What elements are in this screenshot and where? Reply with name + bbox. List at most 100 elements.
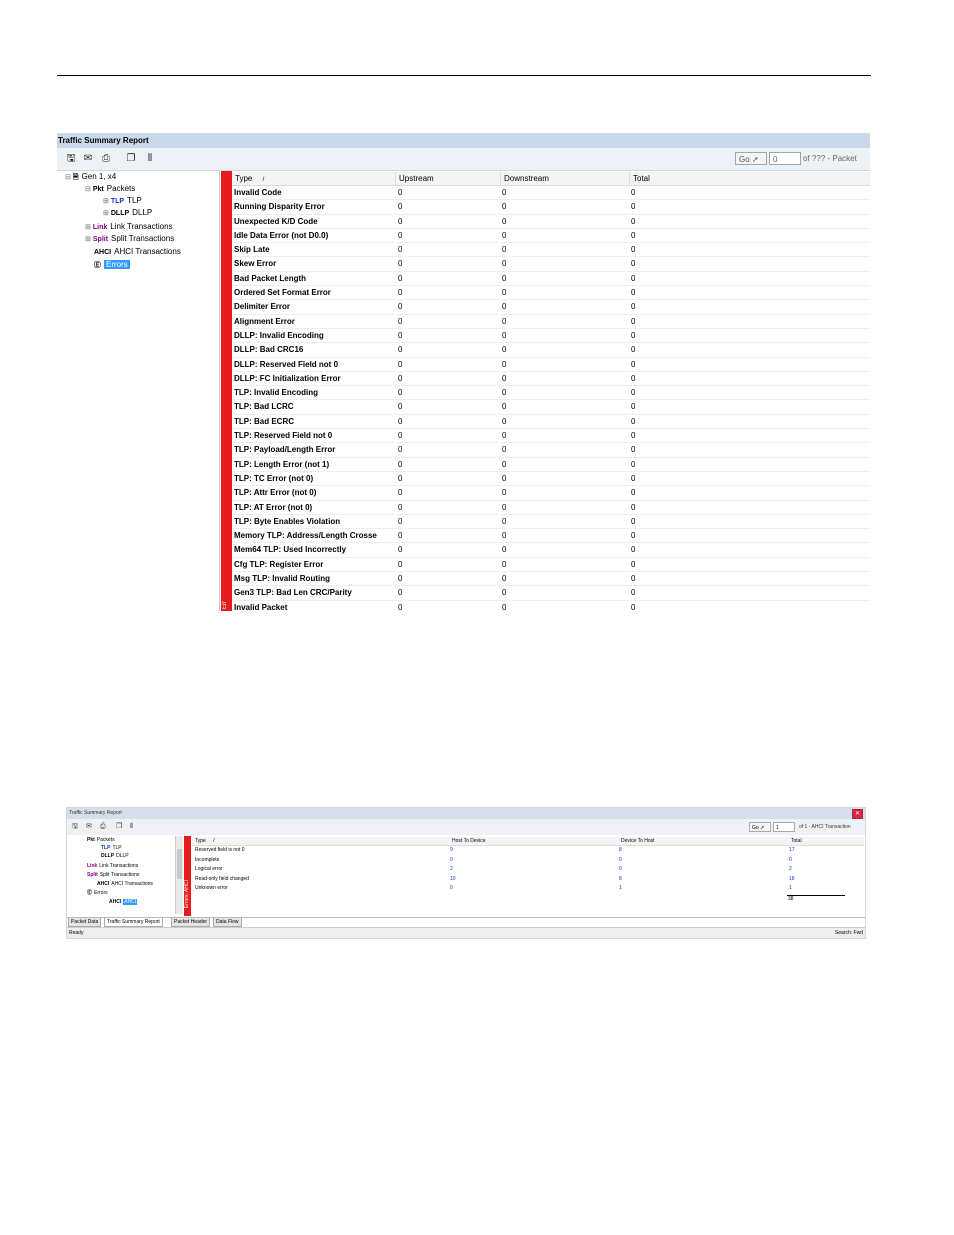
print-icon[interactable]: ⎙ bbox=[100, 823, 106, 831]
close-button[interactable]: ✕ bbox=[852, 809, 863, 819]
table-row[interactable]: TLP: Byte Enables Violation 0 0 0 bbox=[232, 515, 870, 530]
tree-node-ahci-errors[interactable]: AHCI AHCI bbox=[109, 899, 138, 906]
column-header-downstream[interactable]: Downstream bbox=[501, 172, 630, 185]
tree-node-link-transactions[interactable]: ⊞ Link Link Transactions bbox=[85, 222, 173, 233]
table-row[interactable]: Logical error 2 0 2 bbox=[192, 865, 864, 875]
cell-total: 0 bbox=[631, 302, 636, 312]
go-button[interactable]: Go ➚ bbox=[735, 152, 767, 165]
page-number-input[interactable]: 0 bbox=[769, 152, 801, 165]
tree-node-split-transactions[interactable]: Split Split Transactions bbox=[87, 872, 139, 879]
tree-node-errors[interactable]: Ⓔ Errors bbox=[87, 890, 108, 897]
table-row[interactable]: TLP: AT Error (not 0) 0 0 0 bbox=[232, 501, 870, 515]
cell-total[interactable]: 17 bbox=[789, 846, 795, 855]
table-row[interactable]: Skew Error 0 0 0 bbox=[232, 257, 870, 272]
page-number-input[interactable]: 1 bbox=[773, 822, 795, 832]
tree-node-packets[interactable]: Pkt Packets bbox=[87, 837, 115, 844]
table-row[interactable]: Read-only field changed 10 8 18 bbox=[192, 875, 864, 885]
cell-up: 0 bbox=[398, 459, 403, 469]
cell-total[interactable]: 0 bbox=[789, 856, 792, 865]
cell-d2h[interactable]: 8 bbox=[619, 875, 622, 884]
table-row[interactable]: DLLP: Reserved Field not 0 0 0 0 bbox=[232, 358, 870, 372]
table-row[interactable]: Alignment Error 0 0 0 bbox=[232, 315, 870, 329]
go-button[interactable]: Go ➚ bbox=[749, 822, 771, 832]
table-row[interactable]: Skip Late 0 0 0 bbox=[232, 243, 870, 258]
scrollbar-thumb[interactable] bbox=[177, 849, 182, 879]
cell-up: 0 bbox=[398, 502, 403, 512]
table-row[interactable]: Invalid Code 0 0 0 bbox=[232, 186, 870, 201]
columns-icon[interactable]: ⫴ bbox=[144, 153, 156, 164]
table-row[interactable]: Incomplete 0 0 0 bbox=[192, 856, 864, 866]
table-row[interactable]: Ordered Set Format Error 0 0 0 bbox=[232, 286, 870, 301]
save-icon[interactable]: 🖫 bbox=[65, 153, 77, 164]
cell-h2d[interactable]: 0 bbox=[450, 856, 453, 865]
cell-total: 0 bbox=[631, 288, 636, 298]
cell-d2h[interactable]: 8 bbox=[619, 846, 622, 855]
cell-h2d[interactable]: 9 bbox=[450, 846, 453, 855]
cell-d2h[interactable]: 1 bbox=[619, 884, 622, 893]
tab-packet-data[interactable]: Packet Data bbox=[68, 918, 102, 927]
table-row[interactable]: Invalid Packet 0 0 0 bbox=[232, 601, 870, 611]
save-icon[interactable]: 🖫 bbox=[72, 823, 78, 831]
column-header-total[interactable]: Total bbox=[791, 837, 802, 846]
table-row[interactable]: Idle Data Error (not D0.0) 0 0 0 bbox=[232, 229, 870, 244]
tree-node-ahci-transactions[interactable]: AHCI AHCI Transactions bbox=[97, 881, 153, 888]
tree-node-link-transactions[interactable]: Link Link Transactions bbox=[87, 863, 138, 870]
cell-total[interactable]: 2 bbox=[789, 865, 792, 874]
table-row[interactable]: DLLP: FC Initialization Error 0 0 0 bbox=[232, 372, 870, 387]
cell-d2h[interactable]: 0 bbox=[619, 856, 622, 865]
table-row[interactable]: TLP: Bad LCRC 0 0 0 bbox=[232, 400, 870, 415]
table-row[interactable]: Memory TLP: Address/Length Crosse 0 0 0 bbox=[232, 529, 870, 544]
cell-total[interactable]: 1 bbox=[789, 884, 792, 893]
table-row[interactable]: TLP: TC Error (not 0) 0 0 0 bbox=[232, 472, 870, 487]
tab-packet-header[interactable]: Packet Header bbox=[171, 918, 211, 927]
tree-scrollbar[interactable] bbox=[175, 836, 183, 914]
cell-down: 0 bbox=[502, 431, 507, 441]
column-header-total[interactable]: Total bbox=[630, 172, 870, 185]
cell-d2h[interactable]: 0 bbox=[619, 865, 622, 874]
table-row[interactable]: TLP: Payload/Length Error 0 0 0 bbox=[232, 443, 870, 458]
tab-data-flow[interactable]: Data Flow bbox=[213, 918, 242, 927]
table-row[interactable]: Gen3 TLP: Bad Len CRC/Parity 0 0 0 bbox=[232, 586, 870, 601]
table-row[interactable]: DLLP: Bad CRC16 0 0 0 bbox=[232, 343, 870, 358]
table-row[interactable]: Cfg TLP: Register Error 0 0 0 bbox=[232, 558, 870, 573]
tree-node-dllp[interactable]: DLLP DLLP bbox=[101, 853, 129, 860]
tree-node-ahci-transactions[interactable]: AHCI AHCI Transactions bbox=[94, 247, 181, 258]
cell-h2d[interactable]: 10 bbox=[450, 875, 456, 884]
export-icon[interactable]: ✉ bbox=[82, 153, 94, 164]
column-header-host-to-device[interactable]: Host To Device bbox=[452, 837, 486, 846]
tree-node-tlp[interactable]: TLP TLP bbox=[101, 845, 122, 852]
table-row[interactable]: Mem64 TLP: Used Incorrectly 0 0 0 bbox=[232, 543, 870, 558]
table-row[interactable]: TLP: Bad ECRC 0 0 0 bbox=[232, 415, 870, 430]
table-row[interactable]: Unexpected K/D Code 0 0 0 bbox=[232, 215, 870, 229]
cell-total[interactable]: 18 bbox=[789, 875, 795, 884]
table-row[interactable]: Reserved field is not 0 9 8 17 bbox=[192, 846, 864, 856]
table-row[interactable]: TLP: Length Error (not 1) 0 0 0 bbox=[232, 458, 870, 472]
column-header-type[interactable]: Type / bbox=[195, 837, 215, 846]
table-row[interactable]: TLP: Attr Error (not 0) 0 0 0 bbox=[232, 486, 870, 501]
copy-icon[interactable]: ❐ bbox=[116, 823, 122, 831]
copy-icon[interactable]: ❐ bbox=[125, 153, 137, 164]
cell-h2d[interactable]: 0 bbox=[450, 884, 453, 893]
table-row[interactable]: Running Disparity Error 0 0 0 bbox=[232, 200, 870, 215]
table-row[interactable]: Unknown error 0 1 1 bbox=[192, 884, 864, 894]
export-icon[interactable]: ✉ bbox=[86, 823, 92, 831]
columns-icon[interactable]: ⫴ bbox=[130, 823, 133, 831]
column-header-device-to-host[interactable]: Device To Host bbox=[621, 837, 655, 846]
tree-node-dllp[interactable]: ⊞ DLLP DLLP bbox=[103, 208, 152, 219]
tree-node-packets[interactable]: ⊟ Pkt Packets bbox=[85, 184, 135, 195]
table-row[interactable]: Bad Packet Length 0 0 0 bbox=[232, 272, 870, 287]
tab-traffic-summary-report[interactable]: Traffic Summary Report bbox=[104, 918, 163, 927]
tree-node-split-transactions[interactable]: ⊞ Split Split Transactions bbox=[85, 234, 174, 245]
table-row[interactable]: DLLP: Invalid Encoding 0 0 0 bbox=[232, 329, 870, 344]
column-header-type[interactable]: Type / bbox=[232, 172, 396, 185]
table-row[interactable]: Msg TLP: Invalid Routing 0 0 0 bbox=[232, 572, 870, 587]
tree-node-tlp[interactable]: ⊞ TLP TLP bbox=[103, 196, 142, 207]
table-row[interactable]: TLP: Invalid Encoding 0 0 0 bbox=[232, 386, 870, 401]
cell-h2d[interactable]: 2 bbox=[450, 865, 453, 874]
table-row[interactable]: Delimiter Error 0 0 0 bbox=[232, 300, 870, 315]
print-icon[interactable]: ⎙ bbox=[100, 153, 112, 164]
tree-node-errors[interactable]: Ⓔ Errors bbox=[94, 260, 130, 271]
column-header-upstream[interactable]: Upstream bbox=[396, 172, 501, 185]
table-row[interactable]: TLP: Reserved Field not 0 0 0 0 bbox=[232, 429, 870, 444]
tree-node-root[interactable]: ⊟ 🗎 Gen 1, x4 bbox=[65, 172, 116, 183]
